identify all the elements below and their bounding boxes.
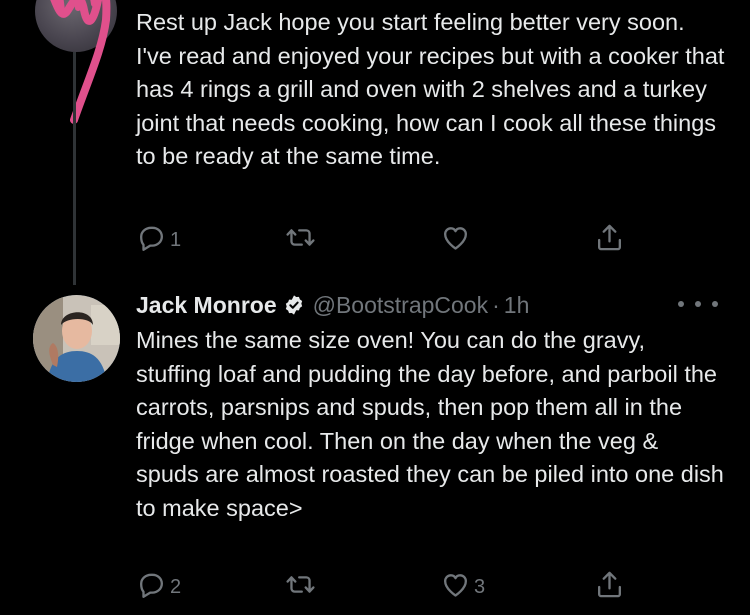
reply-button[interactable]: 2 [136,569,181,606]
retweet-button[interactable] [285,222,319,259]
reply-count: 1 [170,229,182,251]
share-icon [594,222,625,259]
timestamp[interactable]: 1h [504,292,530,319]
tweet-text: Rest up Jack hope you start feeling bett… [136,9,725,169]
more-icon[interactable] [678,294,718,314]
tweet-actions: 2 3 [136,569,636,601]
redaction-scribble [50,0,111,124]
reply-count: 2 [170,576,182,598]
like-icon [440,222,471,259]
avatar-photo [33,295,120,382]
retweet-icon [285,222,316,259]
share-button[interactable] [594,569,625,606]
tweet-actions: 1 [136,222,636,254]
display-name[interactable]: Jack Monroe [136,292,277,319]
verified-icon [283,294,305,316]
share-button[interactable] [594,222,625,259]
separator-dot: · [492,291,500,318]
share-icon [594,569,625,606]
like-button[interactable]: 3 [440,569,485,606]
thread-line [73,52,76,285]
like-button[interactable] [440,222,474,259]
tweet-header: Jack Monroe @BootstrapCook · 1h [136,288,529,322]
retweet-icon [285,569,316,606]
reply-icon [136,569,167,606]
like-count: 3 [474,576,486,598]
reply-icon [136,222,167,259]
tweet-text: Mines the same size oven! You can do the… [136,327,724,521]
reply-button[interactable]: 1 [136,222,181,259]
avatar[interactable] [33,295,120,382]
like-icon [440,569,471,606]
user-handle[interactable]: @BootstrapCook [313,292,489,319]
retweet-button[interactable] [285,569,319,606]
